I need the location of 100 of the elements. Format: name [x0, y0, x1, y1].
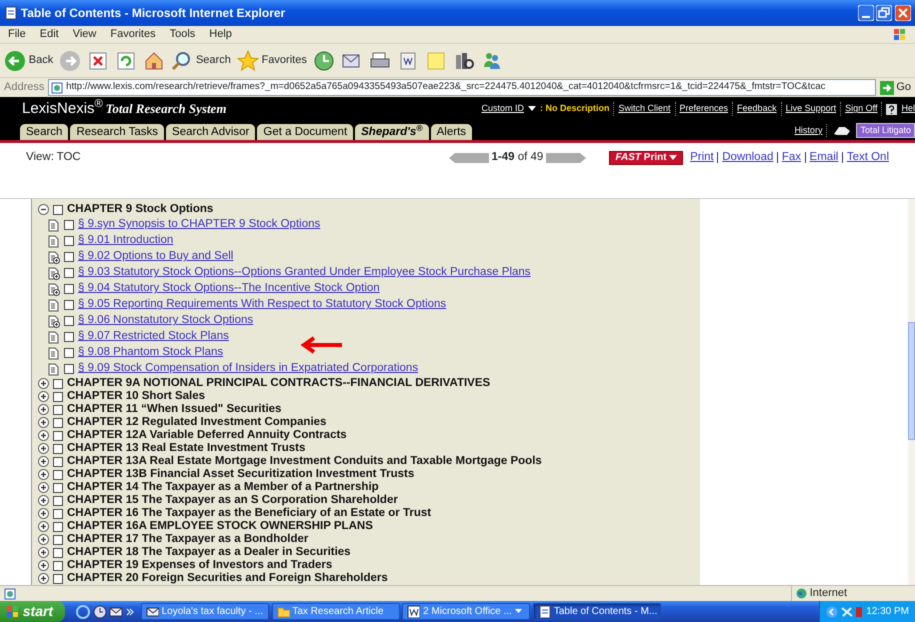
menu-item[interactable]: View [72, 26, 96, 43]
nav-tab[interactable]: Shepard's$^{®}$ [355, 124, 429, 140]
checkbox[interactable] [64, 332, 74, 342]
nav-tab[interactable]: Search [20, 124, 68, 140]
checkbox[interactable] [53, 522, 63, 532]
checkbox[interactable] [64, 236, 74, 246]
header-link[interactable]: Live Support [782, 102, 842, 116]
clock-button[interactable] [312, 50, 335, 72]
product-button[interactable]: Total Litigato [856, 122, 915, 138]
checkbox[interactable] [64, 300, 74, 310]
checkbox[interactable] [53, 496, 63, 506]
header-link[interactable]: Hel [897, 102, 915, 116]
history-link[interactable]: History [790, 124, 828, 137]
expand-icon[interactable] [38, 378, 49, 389]
section-link[interactable]: § 9.08 Phantom Stock Plans [78, 344, 224, 362]
chevron-icon[interactable] [126, 608, 134, 616]
go-button[interactable]: Go [880, 79, 911, 96]
back-button[interactable]: Back [4, 50, 54, 72]
scroll-thumb[interactable] [908, 322, 915, 440]
checkbox[interactable] [53, 534, 63, 544]
action-link[interactable]: Fax [782, 149, 802, 166]
taskbar-button[interactable]: Tax Research Article [272, 603, 400, 620]
checkbox[interactable] [53, 404, 63, 414]
header-link[interactable]: Sign Off [841, 102, 882, 116]
section-link[interactable]: § 9.06 Nonstatutory Stock Options [78, 312, 254, 330]
checkbox[interactable] [64, 316, 74, 326]
menu-item[interactable]: Help [209, 26, 232, 43]
checkbox[interactable] [64, 348, 74, 358]
fast-print-button[interactable]: FAST Print [609, 150, 684, 165]
action-link[interactable]: Email [810, 149, 838, 166]
checkbox[interactable] [53, 560, 63, 570]
taskbar-button[interactable]: 2 Microsoft Office ... [402, 603, 530, 620]
nav-tab[interactable]: Alerts [430, 124, 472, 140]
chapter-title[interactable]: CHAPTER 16 The Taxpayer as the Beneficiary of an Estate or Trust [67, 504, 432, 522]
expand-icon[interactable] [38, 391, 49, 402]
section-link[interactable]: § 9.07 Restricted Stock Plans [78, 328, 229, 346]
menu-item[interactable]: Tools [170, 26, 196, 43]
taskbar-button[interactable]: Loyola's tax faculty - ... [140, 603, 269, 620]
header-link[interactable]: Preferences [676, 102, 734, 116]
section-link[interactable]: § 9.04 Statutory Stock Options--The Incentive Stock Option [78, 280, 380, 298]
restore-button[interactable] [876, 5, 892, 21]
checkbox[interactable] [53, 392, 63, 402]
section-link[interactable]: § 9.01 Introduction [78, 232, 174, 250]
action-link[interactable]: Download [722, 149, 774, 166]
expand-icon[interactable] [38, 534, 49, 545]
checkbox[interactable] [53, 482, 63, 492]
checkbox[interactable] [64, 284, 74, 294]
checkbox[interactable] [53, 418, 63, 428]
address-field[interactable]: http://www.lexis.com/research/retrieve/frames?_m=d0652a5a765a0943355493a507eae223&_src=224475.4012040&_cat=4012040&tcfrmsrc=1&_tcid=224475&_fmtstr=TOC&tcac [48, 79, 876, 96]
collapse-icon[interactable] [38, 204, 49, 215]
checkbox[interactable] [53, 430, 63, 440]
scrollbar[interactable] [908, 199, 915, 585]
action-link[interactable]: Text Onl [846, 149, 889, 166]
nav-tab[interactable]: Search Advisor [166, 124, 256, 140]
section-link[interactable]: § 9.09 Stock Compensation of Insiders in Expatriated Corporations [78, 360, 418, 378]
section-link[interactable]: § 9.03 Statutory Stock Options--Options Granted Under Employee Stock Purchase Plans [78, 264, 531, 282]
checkbox[interactable] [53, 378, 63, 388]
menu-item[interactable]: File [8, 26, 26, 43]
expand-icon[interactable] [38, 404, 49, 415]
checkbox[interactable] [64, 220, 74, 230]
checkbox[interactable] [53, 508, 63, 518]
mail-icon[interactable] [109, 604, 124, 618]
expand-icon[interactable] [38, 547, 49, 558]
home-button[interactable] [143, 50, 166, 72]
checkbox[interactable] [64, 252, 74, 262]
expand-icon[interactable] [38, 521, 49, 532]
clock-icon[interactable] [92, 604, 107, 618]
minimize-button[interactable] [858, 5, 874, 21]
checkbox[interactable] [64, 268, 74, 278]
expand-icon[interactable] [38, 508, 49, 519]
chapter-title[interactable]: CHAPTER 9 Stock Options [67, 200, 214, 218]
header-link[interactable]: Switch Client [614, 102, 676, 116]
expand-icon[interactable] [38, 417, 49, 428]
header-link[interactable]: Feedback [733, 102, 782, 116]
checkbox[interactable] [53, 204, 63, 214]
checkbox[interactable] [53, 444, 63, 454]
expand-icon[interactable] [38, 560, 49, 571]
search-button[interactable]: Search [171, 50, 231, 72]
checkbox[interactable] [53, 470, 63, 480]
checkbox[interactable] [53, 456, 63, 466]
close-button[interactable] [895, 5, 911, 21]
expand-icon[interactable] [38, 443, 49, 454]
checkbox[interactable] [53, 574, 63, 584]
nav-tab[interactable]: Research Tasks [70, 124, 164, 140]
refresh-button[interactable] [115, 50, 138, 72]
expand-icon[interactable] [38, 430, 49, 441]
expand-icon[interactable] [38, 573, 49, 584]
custom-id-link[interactable]: Custom ID [477, 102, 528, 116]
checkbox[interactable] [64, 364, 74, 374]
menu-item[interactable]: Favorites [110, 26, 156, 43]
favorites-button[interactable]: Favorites [236, 50, 307, 72]
expand-icon[interactable] [38, 482, 49, 493]
taskbar-button[interactable]: Table of Contents - M... [533, 603, 662, 620]
action-link[interactable]: Print [690, 149, 714, 166]
expand-icon[interactable] [38, 495, 49, 506]
stop-button[interactable] [87, 50, 110, 72]
expand-icon[interactable] [38, 469, 49, 480]
checkbox[interactable] [53, 548, 63, 558]
section-link[interactable]: § 9.05 Reporting Requirements With Respect to Statutory Stock Options [78, 296, 446, 314]
nav-tab[interactable]: Get a Document [257, 124, 354, 140]
